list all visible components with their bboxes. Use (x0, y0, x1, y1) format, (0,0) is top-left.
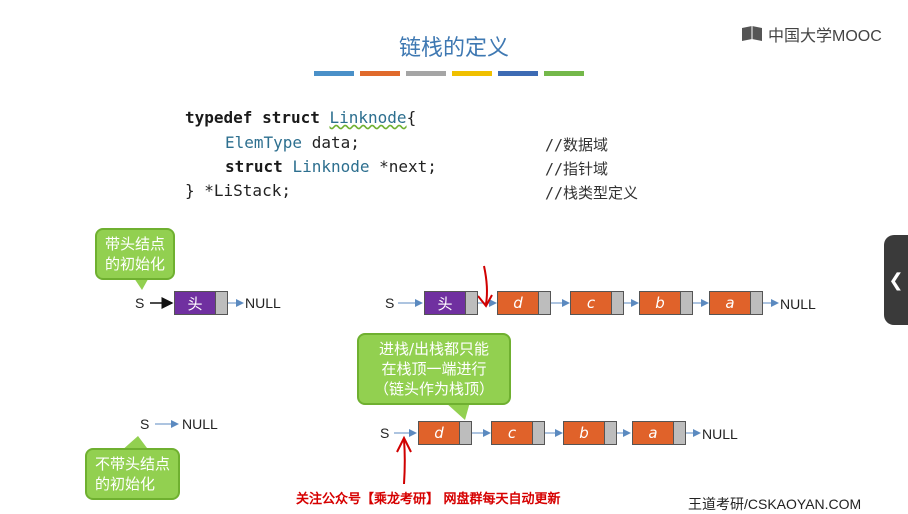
node-c-bottom-pointer (532, 422, 544, 444)
node-b-top: b (639, 291, 693, 315)
head-node-right-pointer (465, 292, 477, 314)
null-label-left: NULL (245, 295, 281, 311)
callout-push-pop-line3: （链头作为栈顶） (373, 380, 494, 398)
node-d-top: d (497, 291, 551, 315)
node-d-top-value: d (498, 292, 538, 314)
head-node-pointer (215, 292, 227, 314)
head-node-right-label: 头 (425, 292, 465, 314)
node-a-top-value: a (710, 292, 750, 314)
null-label-bottom: NULL (702, 426, 738, 442)
node-b-top-pointer (680, 292, 692, 314)
callout-push-pop-emphasis: 进栈/出栈 (378, 340, 445, 358)
head-node-left: 头 (174, 291, 228, 315)
node-c-top: c (570, 291, 624, 315)
callout-push-pop: 进栈/出栈都只能 在栈顶一端进行 （链头作为栈顶） (357, 333, 511, 405)
node-d-bottom: d (418, 421, 472, 445)
node-b-top-value: b (640, 292, 680, 314)
node-b-bottom-pointer (604, 422, 616, 444)
node-d-bottom-value: d (419, 422, 459, 444)
head-node-right: 头 (424, 291, 478, 315)
callout-push-pop-rest: 都只能 (444, 340, 490, 358)
s-label-left: S (135, 295, 145, 311)
head-node-label: 头 (175, 292, 215, 314)
null-label-right: NULL (780, 296, 816, 312)
chevron-left-icon: ❮ (888, 269, 904, 291)
callout-without-head-init: 不带头结点 的初始化 (85, 448, 181, 500)
node-c-top-value: c (571, 292, 611, 314)
node-a-bottom: a (632, 421, 686, 445)
red-annotation-arrow-top (483, 265, 489, 305)
footer-notice: 关注公众号【乘龙考研】 网盘群每天自动更新 (296, 492, 561, 507)
node-a-bottom-value: a (633, 422, 673, 444)
node-a-top-pointer (750, 292, 762, 314)
s-label-bottom: S (380, 425, 390, 441)
node-a-top: a (709, 291, 763, 315)
node-c-top-pointer (611, 292, 623, 314)
node-c-bottom: c (491, 421, 545, 445)
side-panel-toggle[interactable]: ❮ (884, 235, 908, 325)
s-label-right: S (385, 295, 395, 311)
node-b-bottom-value: b (564, 422, 604, 444)
node-b-bottom: b (563, 421, 617, 445)
s-label-nohead: S (140, 416, 150, 432)
callout-push-pop-line2: 在栈顶一端进行 (381, 360, 487, 378)
callout-with-head-init: 带头结点 的初始化 (95, 228, 176, 280)
callout-push-pop-line1: 进栈/出栈都只能 (367, 339, 501, 359)
red-annotation-arrow-bottom (403, 439, 406, 485)
footer-site: 王道考研/CSKAOYAN.COM (688, 496, 862, 512)
node-a-bottom-pointer (673, 422, 685, 444)
node-d-top-pointer (538, 292, 550, 314)
red-annotation-arrowhead-top (477, 294, 493, 308)
node-d-bottom-pointer (459, 422, 471, 444)
node-c-bottom-value: c (492, 422, 532, 444)
null-label-nohead: NULL (182, 416, 218, 432)
